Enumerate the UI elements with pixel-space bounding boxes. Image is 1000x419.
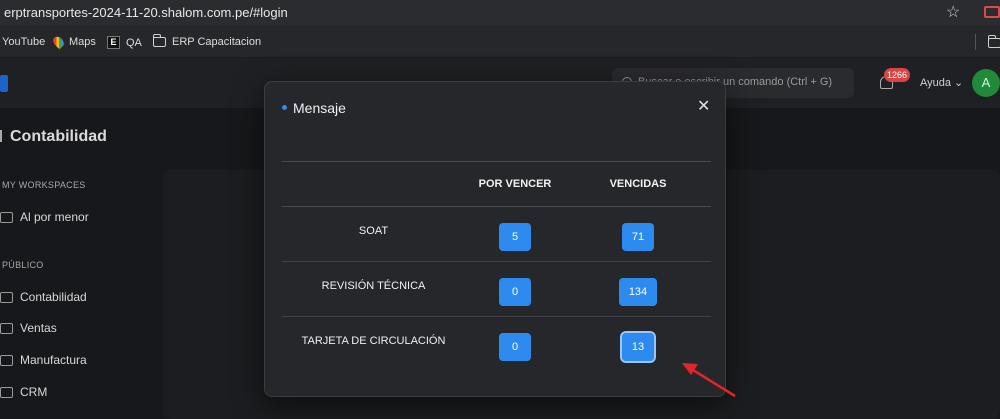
- por-vencer-count-button[interactable]: 5: [499, 223, 531, 251]
- close-icon[interactable]: ✕: [697, 96, 710, 116]
- sidebar-item-label: Ventas: [20, 321, 57, 335]
- vencidas-count-button[interactable]: 71: [621, 223, 655, 251]
- other-bookmarks-folder-icon[interactable]: [987, 35, 1000, 48]
- bookmark-maps[interactable]: Maps: [51, 34, 96, 50]
- column-header-vencidas: VENCIDAS: [565, 161, 711, 207]
- sidebar: Contabilidad MY WORKSPACES Al por menor …: [0, 108, 160, 419]
- help-menu[interactable]: Ayuda ⌄: [920, 76, 963, 89]
- sidebar-item-label: Manufactura: [20, 353, 87, 367]
- bookmark-label: YouTube: [2, 36, 46, 48]
- sidebar-section-label: MY WORKSPACES: [2, 180, 86, 190]
- avatar[interactable]: A: [972, 69, 1000, 97]
- app-logo-icon[interactable]: [0, 75, 8, 92]
- sidebar-item-ventas[interactable]: Ventas: [0, 321, 57, 335]
- table-row: REVISIÓN TÉCNICA 0 134: [282, 261, 711, 317]
- bookmark-youtube[interactable]: YouTube: [2, 36, 45, 48]
- store-icon: [0, 211, 13, 223]
- modal-title: Mensaje: [293, 100, 346, 116]
- maps-pin-icon: [51, 34, 66, 50]
- column-header-por-vencer: POR VENCER: [465, 161, 565, 207]
- accounting-icon: [0, 291, 13, 303]
- bookmark-label: Maps: [69, 36, 96, 48]
- sidebar-item-contabilidad[interactable]: Contabilidad: [0, 290, 87, 304]
- bookmarks-divider: [975, 34, 976, 50]
- vencidas-count-button[interactable]: 134: [618, 278, 658, 306]
- address-field[interactable]: erptransportes-2024-11-20.shalom.com.pe/…: [4, 5, 288, 20]
- crm-icon: [0, 386, 13, 398]
- table-row: TARJETA DE CIRCULACIÓN 0 13: [282, 317, 711, 372]
- e-icon: E: [107, 36, 120, 49]
- message-modal: Mensaje ✕ POR VENCER VENCIDAS SOAT 5 71 …: [264, 81, 726, 397]
- column-header: [282, 161, 465, 207]
- row-label: REVISIÓN TÉCNICA: [282, 261, 465, 317]
- table-row: SOAT 5 71: [282, 206, 711, 262]
- row-label: SOAT: [282, 206, 465, 262]
- bookmark-label: ERP Capacitacion: [172, 36, 262, 48]
- sidebar-toggle-icon[interactable]: [0, 130, 3, 142]
- notification-badge: 1266: [884, 68, 911, 82]
- browser-url-bar: erptransportes-2024-11-20.shalom.com.pe/…: [0, 0, 1000, 26]
- bookmark-label: QA: [126, 36, 142, 49]
- row-label: TARJETA DE CIRCULACIÓN: [301, 335, 446, 347]
- sidebar-item-al-por-menor[interactable]: Al por menor: [0, 210, 89, 224]
- bookmarks-bar: YouTube Maps E QA ERP Capacitacion: [0, 26, 1000, 58]
- sidebar-section-label: PÚBLICO: [2, 260, 44, 270]
- table-header-row: POR VENCER VENCIDAS: [282, 161, 711, 207]
- title-dot-icon: [282, 105, 287, 110]
- help-label: Ayuda: [920, 77, 951, 89]
- extension-icon[interactable]: [984, 6, 1000, 18]
- bookmark-erp-capacitacion[interactable]: ERP Capacitacion: [152, 34, 262, 48]
- factory-icon: [0, 354, 13, 366]
- folder-icon: [152, 34, 166, 47]
- sidebar-item-label: Contabilidad: [20, 290, 87, 304]
- page-title: Contabilidad: [10, 128, 107, 145]
- sidebar-item-label: Al por menor: [20, 210, 89, 224]
- sidebar-item-crm[interactable]: CRM: [0, 385, 47, 399]
- sidebar-item-label: CRM: [20, 385, 48, 399]
- vencidas-count-button[interactable]: 13: [619, 331, 657, 363]
- sales-icon: [0, 322, 13, 334]
- bookmark-star-icon[interactable]: ☆: [946, 2, 960, 22]
- bookmark-qa[interactable]: E QA: [107, 36, 142, 49]
- sidebar-item-manufactura[interactable]: Manufactura: [0, 353, 87, 367]
- por-vencer-count-button[interactable]: 0: [499, 333, 531, 361]
- por-vencer-count-button[interactable]: 0: [499, 278, 531, 306]
- document-status-table: POR VENCER VENCIDAS SOAT 5 71 REVISIÓN T…: [282, 161, 711, 372]
